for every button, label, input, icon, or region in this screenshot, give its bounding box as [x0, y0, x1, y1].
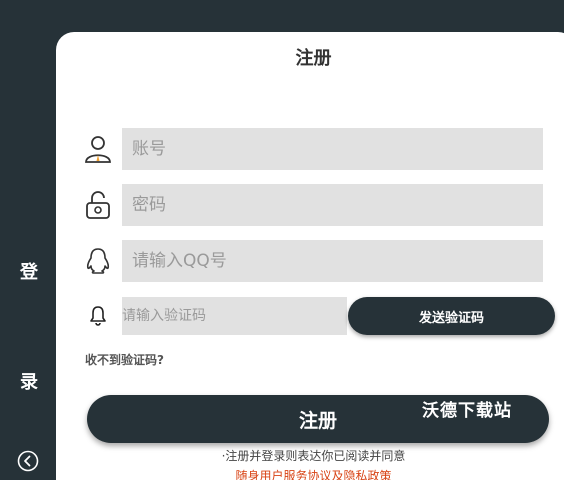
- chevron-left-circle-icon[interactable]: [17, 450, 39, 472]
- agreement-text: ·注册并登录则表达你已阅读并同意: [221, 449, 406, 463]
- watermark: 沃德下载站: [422, 401, 512, 421]
- page-title: 注册: [295, 48, 332, 69]
- sidebar-login-char-1[interactable]: 登: [18, 258, 40, 284]
- qq-input[interactable]: [122, 240, 543, 282]
- qq-icon: [86, 248, 110, 274]
- sidebar-login-char-2[interactable]: 录: [18, 368, 40, 394]
- verification-code-input[interactable]: [122, 297, 347, 335]
- user-icon: [85, 136, 111, 163]
- send-code-button[interactable]: 发送验证码: [348, 297, 555, 335]
- password-input[interactable]: [122, 184, 543, 226]
- lock-icon: [86, 191, 110, 219]
- no-code-link[interactable]: 收不到验证码?: [85, 351, 164, 368]
- bell-icon: [90, 306, 106, 326]
- account-input[interactable]: [122, 128, 543, 170]
- policy-link[interactable]: 随身用户服务协议及隐私政策: [56, 467, 564, 480]
- register-card: 注册 发送验证码 收不到验证码? 注册 沃德下载站 ·注册并登录则表达你已阅读并…: [56, 32, 564, 480]
